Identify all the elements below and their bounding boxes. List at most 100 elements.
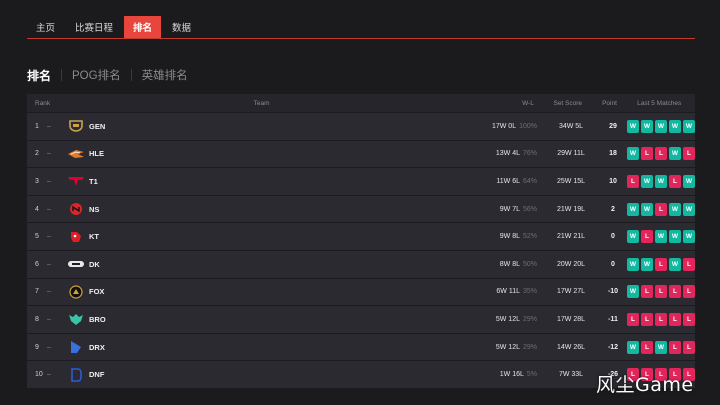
point-value: 0	[611, 233, 615, 241]
set-score: 14W 26L	[556, 343, 586, 351]
rank-change: –	[47, 177, 51, 185]
rank-number: 2	[35, 150, 39, 158]
point-value: 2	[611, 205, 615, 213]
point-value: -12	[607, 343, 619, 351]
match-result-badge: L	[641, 230, 653, 244]
rank-number: 10	[35, 371, 43, 379]
tab-pog-ranking[interactable]: POG排名	[62, 67, 131, 83]
match-result-badge: L	[627, 312, 639, 326]
wl-cell: 17W 0L 100%	[463, 123, 543, 130]
match-result-badge: L	[683, 312, 695, 326]
rank-change: –	[47, 315, 51, 323]
sub-tabs: 排名 POG排名 英雄排名	[27, 67, 198, 83]
gen-logo-icon	[67, 119, 85, 133]
team-cell: NS	[63, 202, 463, 216]
match-result-badge: L	[669, 340, 681, 354]
rank-change: –	[47, 371, 51, 379]
match-result-badge: L	[641, 312, 653, 326]
hle-logo-icon	[67, 147, 85, 161]
wl-cell: 11W 6L 64%	[463, 178, 543, 185]
wl-cell: 6W 11L 35%	[463, 288, 543, 295]
nav-schedule[interactable]: 比赛日程	[66, 16, 122, 38]
rank-cell: 10–	[27, 371, 63, 378]
tab-champion-ranking[interactable]: 英雄排名	[132, 67, 198, 83]
match-result-badge: W	[655, 174, 667, 188]
team-name[interactable]: BRO	[89, 315, 106, 324]
t1-logo-icon	[67, 174, 85, 188]
win-rate: 5%	[526, 371, 537, 379]
point-value: 18	[609, 150, 617, 158]
rank-cell: 6–	[27, 261, 63, 268]
team-name[interactable]: DRX	[89, 343, 105, 352]
match-result-badge: W	[641, 257, 653, 271]
last5-results: WWWWW	[627, 119, 695, 133]
match-result-badge: L	[641, 340, 653, 354]
rank-change: –	[47, 260, 51, 268]
rank-change: –	[47, 233, 51, 241]
table-row[interactable]: 9– DRX 5W 12L 29% 14W 26L -12 WLWLL	[27, 332, 695, 361]
team-name[interactable]: KT	[89, 232, 99, 241]
rank-cell: 1–	[27, 123, 63, 130]
table-row[interactable]: 6– DK 8W 8L 50% 20W 20L 0 WWLWL	[27, 249, 695, 278]
rank-change: –	[47, 122, 51, 130]
rank-number: 1	[35, 122, 39, 130]
wl-cell: 9W 8L 52%	[463, 233, 543, 240]
match-result-badge: W	[627, 147, 639, 161]
rank-change: –	[47, 288, 51, 296]
team-name[interactable]: DK	[89, 260, 100, 269]
ns-logo-icon	[67, 202, 85, 216]
match-result-badge: W	[669, 257, 681, 271]
tab-standings[interactable]: 排名	[27, 67, 61, 84]
win-rate: 56%	[522, 205, 537, 213]
table-row[interactable]: 3– T1 11W 6L 64% 25W 15L 10 LWWLW	[27, 167, 695, 195]
dk-logo-icon	[67, 257, 85, 271]
wl-cell: 1W 16L 5%	[463, 371, 543, 378]
match-result-badge: W	[655, 230, 667, 244]
match-result-badge: W	[627, 202, 639, 216]
wl-record: 17W 0L	[491, 122, 517, 130]
team-name[interactable]: T1	[89, 177, 98, 186]
table-row[interactable]: 1– GEN 17W 0L 100% 34W 5L 29 WWWWW	[27, 112, 695, 140]
team-cell: KT	[63, 230, 463, 244]
header-rank: Rank	[35, 99, 51, 107]
table-row[interactable]: 5– KT 9W 8L 52% 21W 21L 0 WLWWW	[27, 222, 695, 250]
table-row[interactable]: 7– FOX 6W 11L 35% 17W 27L -10 WLLLL	[27, 277, 695, 306]
nav-home[interactable]: 主页	[27, 16, 64, 38]
point-value: -10	[607, 288, 619, 296]
table-header: Rank Team W-L Set Score Point Last 5 Mat…	[27, 94, 695, 112]
match-result-badge: W	[655, 340, 667, 354]
match-result-badge: L	[683, 257, 695, 271]
team-cell: GEN	[63, 119, 463, 133]
team-name[interactable]: HLE	[89, 149, 104, 158]
win-rate: 100%	[519, 122, 537, 130]
match-result-badge: L	[669, 285, 681, 299]
match-result-badge: L	[669, 312, 681, 326]
standings-table: Rank Team W-L Set Score Point Last 5 Mat…	[27, 94, 695, 388]
rank-cell: 4–	[27, 206, 63, 213]
match-result-badge: W	[627, 340, 639, 354]
win-rate: 76%	[522, 150, 537, 158]
team-name[interactable]: GEN	[89, 122, 105, 131]
match-result-badge: W	[669, 147, 681, 161]
table-row[interactable]: 8– BRO 5W 12L 29% 17W 28L -11 LLLLL	[27, 305, 695, 333]
team-name[interactable]: NS	[89, 205, 99, 214]
nav-stats[interactable]: 数据	[163, 16, 200, 38]
match-result-badge: L	[655, 257, 667, 271]
match-result-badge: W	[669, 119, 681, 133]
rank-cell: 3–	[27, 178, 63, 185]
wl-record: 6W 11L	[496, 288, 520, 296]
match-result-badge: L	[683, 340, 695, 354]
table-row[interactable]: 10– DNF 1W 16L 5% 7W 33L -26 LLLLL	[27, 360, 695, 388]
nav-standings[interactable]: 排名	[124, 16, 162, 38]
table-row[interactable]: 4– NS 9W 7L 56% 21W 19L 2 WWLWW	[27, 194, 695, 223]
drx-logo-icon	[67, 340, 85, 354]
table-row[interactable]: 2– HLE 13W 4L 76% 29W 11L 18 WLLWL	[27, 139, 695, 168]
rank-change: –	[47, 150, 51, 158]
match-result-badge: W	[669, 230, 681, 244]
team-name[interactable]: DNF	[89, 370, 104, 379]
team-name[interactable]: FOX	[89, 287, 104, 296]
match-result-badge: W	[627, 230, 639, 244]
header-wl: W-L	[522, 99, 534, 107]
header-set-score: Set Score	[553, 99, 583, 107]
header-team: Team	[253, 99, 270, 107]
